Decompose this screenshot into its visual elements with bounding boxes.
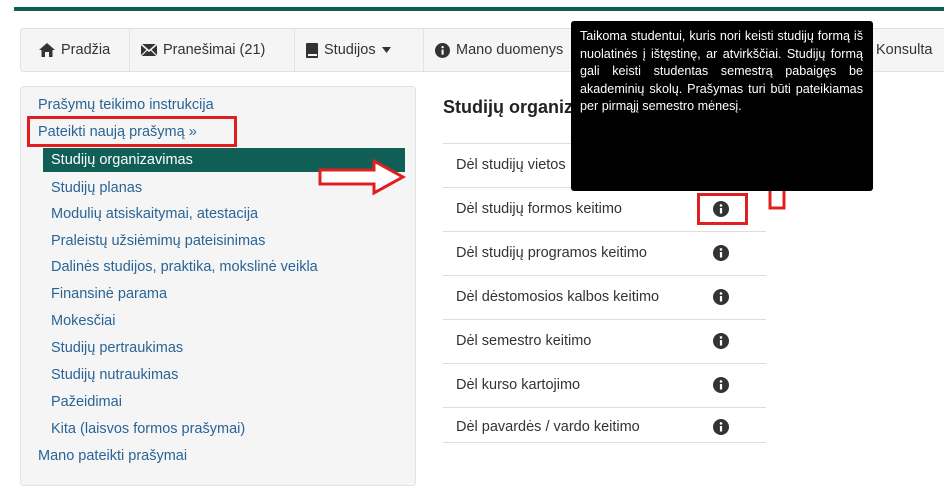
nav-divider [294, 29, 295, 71]
tooltip-text: Taikoma studentui, kuris nori keisti stu… [580, 29, 863, 114]
nav-my-data-label: Mano duomenys [456, 42, 564, 58]
request-row-label: Dėl dėstomosios kalbos keitimo [456, 289, 660, 305]
request-row-label: Dėl pavardės / vardo keitimo [456, 419, 640, 435]
home-icon [39, 43, 55, 57]
sidebar-item[interactable]: Finansinė parama [51, 286, 167, 302]
sidebar-item[interactable]: Kita (laisvos formos prašymai) [51, 421, 245, 437]
annotation-highlight-box [27, 116, 237, 147]
nav-studies-label: Studijos [324, 42, 376, 58]
info-circle-icon[interactable] [713, 245, 729, 261]
request-row[interactable]: Dėl studijų programos keitimo [443, 231, 766, 275]
sidebar-item-instructions[interactable]: Prašymų teikimo instrukcija [38, 97, 214, 113]
nav-messages[interactable]: Pranešimai (21) [141, 29, 265, 71]
info-circle-icon[interactable] [713, 289, 729, 305]
sidebar-item[interactable]: Studijų planas [51, 180, 142, 196]
request-row[interactable]: Dėl kurso kartojimo [443, 363, 766, 407]
sidebar-item-my-requests[interactable]: Mano pateikti prašymai [38, 448, 187, 464]
nav-my-data[interactable]: Mano duomenys [435, 29, 563, 71]
request-row-label: Dėl kurso kartojimo [456, 377, 581, 393]
annotation-arrow-right-icon [318, 158, 406, 196]
nav-consultations[interactable]: Konsulta [876, 29, 932, 71]
nav-divider [129, 29, 130, 71]
nav-divider [423, 29, 424, 71]
sidebar-item[interactable]: Dalinės studijos, praktika, mokslinė vei… [51, 259, 318, 275]
sidebar-item[interactable]: Praleistų užsiėmimų pateisinimas [51, 233, 265, 249]
request-row-label: Dėl studijų vietos [456, 157, 566, 173]
info-circle-icon[interactable] [713, 333, 729, 349]
info-circle-icon[interactable] [713, 377, 729, 393]
sidebar-item[interactable]: Pažeidimai [51, 394, 122, 410]
book-icon [306, 42, 318, 58]
request-row[interactable]: Dėl pavardės / vardo keitimo [443, 407, 766, 443]
nav-messages-label: Pranešimai (21) [163, 42, 266, 58]
sidebar-item[interactable]: Studijų nutraukimas [51, 367, 178, 383]
request-row-label: Dėl studijų programos keitimo [456, 245, 647, 261]
info-tooltip: Taikoma studentui, kuris nori keisti stu… [571, 21, 873, 191]
sidebar-item[interactable]: Modulių atsiskaitymai, atestacija [51, 206, 258, 222]
caret-down-icon [381, 47, 391, 53]
nav-consultations-label: Konsulta [876, 42, 933, 58]
request-row-label: Dėl semestro keitimo [456, 333, 592, 349]
nav-home-label: Pradžia [61, 42, 111, 58]
annotation-highlight-box [697, 193, 748, 225]
request-row-label: Dėl studijų formos keitimo [456, 201, 622, 217]
nav-studies-dropdown[interactable]: Studijos [306, 29, 391, 71]
info-circle-icon[interactable] [713, 419, 729, 435]
envelope-icon [141, 44, 157, 56]
sidebar-item[interactable]: Mokesčiai [51, 313, 115, 329]
sidebar-item[interactable]: Studijų pertraukimas [51, 340, 183, 356]
nav-home[interactable]: Pradžia [39, 29, 110, 71]
request-row[interactable]: Dėl dėstomosios kalbos keitimo [443, 275, 766, 319]
info-circle-icon [435, 42, 450, 58]
brand-top-line [14, 7, 944, 11]
request-row[interactable]: Dėl semestro keitimo [443, 319, 766, 363]
